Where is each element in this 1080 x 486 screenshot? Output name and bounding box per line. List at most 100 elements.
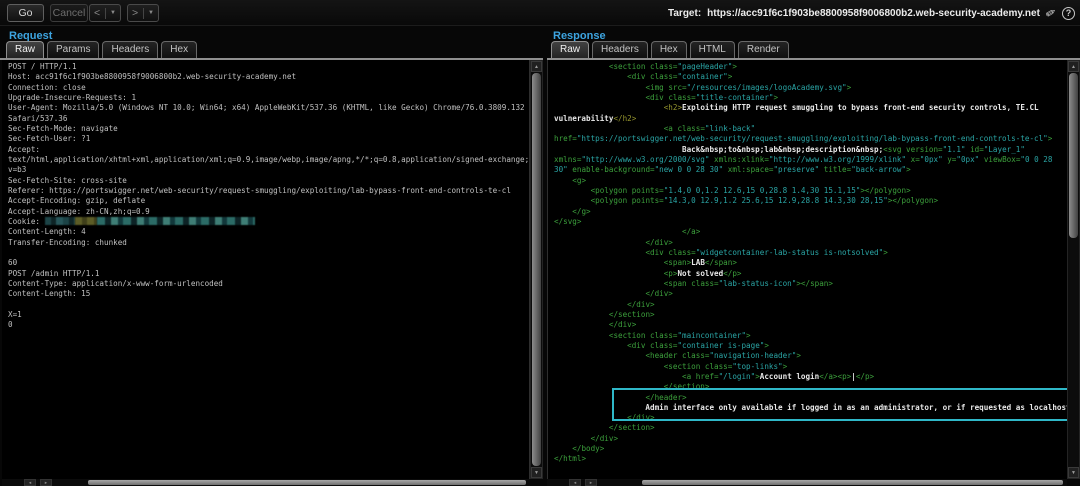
response-tab-headers[interactable]: Headers <box>592 41 648 58</box>
response-line: <header class="navigation-header"> <box>554 351 1068 361</box>
response-line: <a class="link-back" <box>554 124 1068 134</box>
back-arrow-label: < <box>94 5 100 21</box>
request-line: Host: acc91f6c1f903be8800958f9006800b2.w… <box>8 72 529 82</box>
response-line: </div> <box>554 320 1068 330</box>
response-line: <section class="pageHeader"> <box>554 62 1068 72</box>
request-tab-hex[interactable]: Hex <box>161 41 197 58</box>
scroll-right-arrow-icon[interactable]: ► <box>40 479 52 486</box>
target-label: Target: <box>668 8 701 19</box>
request-editor[interactable]: POST / HTTP/1.1Host: acc91f6c1f903be8800… <box>2 60 530 479</box>
request-line: Accept: <box>8 145 529 155</box>
response-line: Back&nbsp;to&nbsp;lab&nbsp;description&n… <box>554 145 1068 155</box>
request-line: Sec-Fetch-User: ?1 <box>8 134 529 144</box>
response-line: </div> <box>554 300 1068 310</box>
request-tab-params[interactable]: Params <box>47 41 99 58</box>
response-line: </header> <box>554 393 1068 403</box>
forward-history-button[interactable]: > ▼ <box>127 4 159 22</box>
request-tabs: RawParamsHeadersHex <box>6 41 200 58</box>
button-divider <box>105 8 106 19</box>
response-line: <polygon points="1.4,0 0,1.2 12.6,15 0,2… <box>554 186 1068 196</box>
redacted-cookie-value <box>75 217 97 225</box>
target-bar: Target: https://acc91f6c1f903be8800958f9… <box>668 0 1075 26</box>
response-line: <a href="/login">Account login</a><p>|</… <box>554 372 1068 382</box>
request-horizontal-scrollbar[interactable]: ◄ ► <box>2 479 530 486</box>
request-line: Cookie: <box>8 217 529 227</box>
response-line: </section> <box>554 423 1068 433</box>
response-line: <div class="widgetcontainer-lab-status i… <box>554 248 1068 258</box>
response-line: <polygon points="14.3,0 12.9,1.2 25.6,15… <box>554 196 1068 206</box>
help-icon[interactable]: ? <box>1062 7 1075 20</box>
request-line: text/html,application/xhtml+xml,applicat… <box>8 155 529 165</box>
response-line: </div> <box>554 289 1068 299</box>
response-viewer[interactable]: <section class="pageHeader"> <div class=… <box>547 60 1068 479</box>
toolbar: Go Cancel < ▼ > ▼ Target: https://acc91f… <box>0 0 1080 26</box>
request-line: Referer: https://portswigger.net/web-sec… <box>8 186 529 196</box>
request-line: Content-Type: application/x-www-form-url… <box>8 279 529 289</box>
scrollbar-thumb[interactable] <box>532 73 541 466</box>
request-line: Accept-Encoding: gzip, deflate <box>8 196 529 206</box>
request-line: POST / HTTP/1.1 <box>8 62 529 72</box>
response-line: </div> <box>554 434 1068 444</box>
request-tab-headers[interactable]: Headers <box>102 41 158 58</box>
response-horizontal-scrollbar[interactable]: ◄ ► <box>547 479 1067 486</box>
request-line: User-Agent: Mozilla/5.0 (Windows NT 10.0… <box>8 103 529 113</box>
response-line: </div> <box>554 413 1068 423</box>
response-line: <g> <box>554 176 1068 186</box>
chevron-down-icon[interactable]: ▼ <box>148 5 154 21</box>
scroll-down-arrow-icon[interactable]: ▼ <box>531 467 542 478</box>
response-vertical-scrollbar[interactable]: ▲ ▼ <box>1067 60 1080 479</box>
response-tab-hex[interactable]: Hex <box>651 41 687 58</box>
response-line: xmlns="http://www.w3.org/2000/svg" xmlns… <box>554 155 1068 165</box>
response-line: <span>LAB</span> <box>554 258 1068 268</box>
request-line: Transfer-Encoding: chunked <box>8 238 529 248</box>
response-line: </body> <box>554 444 1068 454</box>
response-line: </g> <box>554 207 1068 217</box>
scroll-down-arrow-icon[interactable]: ▼ <box>1068 467 1079 478</box>
request-line: Content-Length: 15 <box>8 289 529 299</box>
scrollbar-thumb[interactable] <box>1069 73 1078 238</box>
request-line: Content-Length: 4 <box>8 227 529 237</box>
request-line <box>8 300 529 310</box>
response-line: <p>Not solved</p> <box>554 269 1068 279</box>
response-line: Admin interface only available if logged… <box>554 403 1068 413</box>
response-line: <div class="container is-page"> <box>554 341 1068 351</box>
response-line: <span class="lab-status-icon"></span> <box>554 279 1068 289</box>
forward-arrow-label: > <box>132 5 138 21</box>
response-line: </section> <box>554 382 1068 392</box>
button-divider <box>143 8 144 19</box>
target-url: https://acc91f6c1f903be8800958f9006800b2… <box>707 8 1040 19</box>
scroll-up-arrow-icon[interactable]: ▲ <box>531 61 542 72</box>
request-line: X=1 <box>8 310 529 320</box>
back-history-button[interactable]: < ▼ <box>89 4 121 22</box>
response-line: </div> <box>554 238 1068 248</box>
response-tabs: RawHeadersHexHTMLRender <box>551 41 792 58</box>
response-tab-raw[interactable]: Raw <box>551 41 589 58</box>
chevron-down-icon[interactable]: ▼ <box>110 5 116 21</box>
request-line: Connection: close <box>8 83 529 93</box>
response-line: <section class="maincontainer"> <box>554 331 1068 341</box>
cancel-button[interactable]: Cancel <box>50 4 88 22</box>
response-line: <div class="title-container"> <box>554 93 1068 103</box>
scroll-left-arrow-icon[interactable]: ◄ <box>24 479 36 486</box>
request-tab-raw[interactable]: Raw <box>6 41 44 58</box>
request-line: v=b3 <box>8 165 529 175</box>
response-tab-render[interactable]: Render <box>738 41 789 58</box>
response-line: <img src="/resources/images/logoAcademy.… <box>554 83 1068 93</box>
response-line: <div class="container"> <box>554 72 1068 82</box>
response-line: </section> <box>554 310 1068 320</box>
response-tab-html[interactable]: HTML <box>690 41 735 58</box>
response-line: <section class="top-links"> <box>554 362 1068 372</box>
scroll-right-arrow-icon[interactable]: ► <box>585 479 597 486</box>
redacted-cookie-value <box>45 217 75 225</box>
scroll-up-arrow-icon[interactable]: ▲ <box>1068 61 1079 72</box>
request-line: 60 <box>8 258 529 268</box>
redacted-cookie-value <box>97 217 255 225</box>
request-vertical-scrollbar[interactable]: ▲ ▼ <box>530 60 543 479</box>
response-line: </html> <box>554 454 1068 464</box>
scrollbar-thumb[interactable] <box>642 480 1063 485</box>
request-line: POST /admin HTTP/1.1 <box>8 269 529 279</box>
scroll-left-arrow-icon[interactable]: ◄ <box>569 479 581 486</box>
go-button[interactable]: Go <box>7 4 44 22</box>
scrollbar-thumb[interactable] <box>88 480 526 485</box>
edit-target-icon[interactable]: ✎ <box>1043 6 1059 19</box>
